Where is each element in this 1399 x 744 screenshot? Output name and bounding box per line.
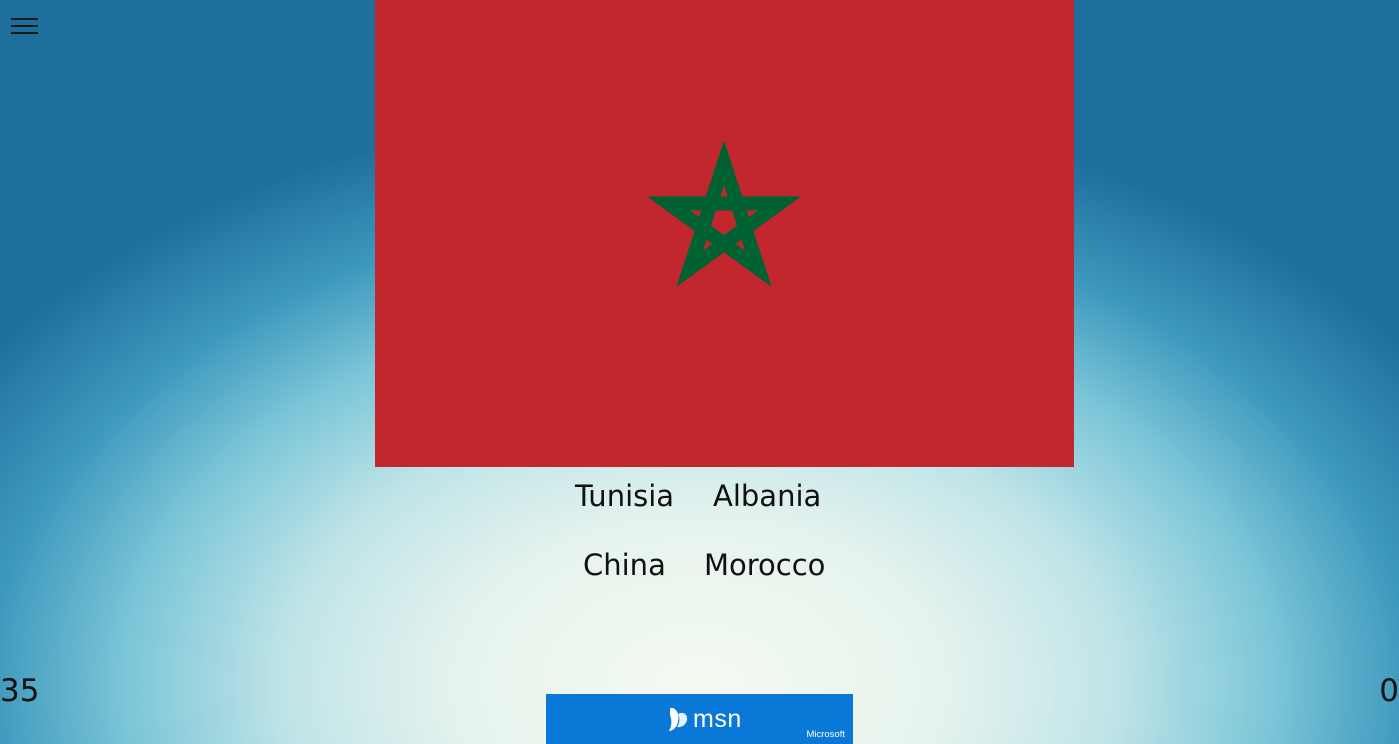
msn-logo: msn — [666, 704, 742, 734]
score-counter: 0 — [1379, 673, 1399, 709]
hamburger-menu-icon[interactable] — [11, 17, 38, 35]
ad-company-text: Microsoft — [806, 729, 845, 740]
hamburger-line — [11, 25, 38, 27]
answer-option[interactable]: Morocco — [704, 551, 825, 580]
answer-option[interactable]: China — [583, 551, 666, 580]
hamburger-line — [11, 32, 38, 34]
flag-image — [375, 0, 1074, 467]
answer-option[interactable]: Albania — [713, 482, 821, 511]
answer-option[interactable]: Tunisia — [575, 482, 674, 511]
msn-butterfly-icon — [669, 707, 688, 731]
flag-of-morocco-icon — [375, 0, 1074, 467]
msn-ad-banner[interactable]: msn Microsoft — [546, 694, 853, 744]
ad-brand-text: msn — [693, 704, 742, 733]
hamburger-line — [11, 18, 38, 20]
remaining-counter: 35 — [0, 673, 40, 709]
